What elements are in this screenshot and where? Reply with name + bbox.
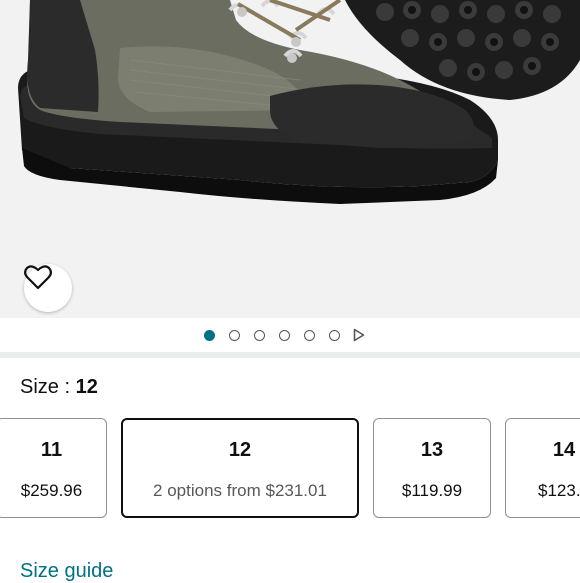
wishlist-button[interactable] [24, 264, 72, 312]
carousel-dot-5[interactable] [304, 329, 315, 341]
size-option-price: 2 options from $231.01 [153, 481, 327, 500]
size-option-12[interactable]: 12 2 options from $231.01 [121, 418, 359, 518]
carousel-dot-1[interactable] [204, 329, 215, 341]
size-option-14[interactable]: 14 $123.5 [505, 418, 580, 518]
carousel-dot-2[interactable] [229, 329, 240, 341]
size-option-price: $123.5 [538, 481, 580, 500]
size-options: 11 $259.96 12 2 options from $231.01 13 … [0, 418, 580, 520]
carousel-dot-6[interactable] [329, 329, 340, 341]
boot-illustration [18, 0, 580, 204]
carousel-dot-3[interactable] [254, 329, 265, 341]
image-carousel-indicator [0, 322, 580, 348]
product-image[interactable] [0, 0, 580, 318]
size-option-11[interactable]: 11 $259.96 [0, 418, 107, 518]
size-option-size: 13 [420, 439, 444, 461]
size-option-price: $259.96 [20, 481, 83, 500]
section-divider [0, 352, 580, 358]
size-label-text: Size : [20, 376, 76, 398]
size-option-price: $119.99 [401, 481, 463, 500]
heart-icon [24, 265, 52, 290]
size-heading: Size : 12 [20, 376, 98, 399]
selected-size-value: 12 [75, 376, 98, 398]
play-triangle-icon [353, 328, 365, 342]
size-option-size: 12 [228, 439, 252, 461]
size-option-size: 11 [40, 439, 63, 461]
video-play-button[interactable] [352, 328, 366, 342]
size-option-size: 14 [552, 439, 576, 461]
size-option-13[interactable]: 13 $119.99 [373, 418, 491, 518]
carousel-dot-4[interactable] [279, 329, 290, 341]
